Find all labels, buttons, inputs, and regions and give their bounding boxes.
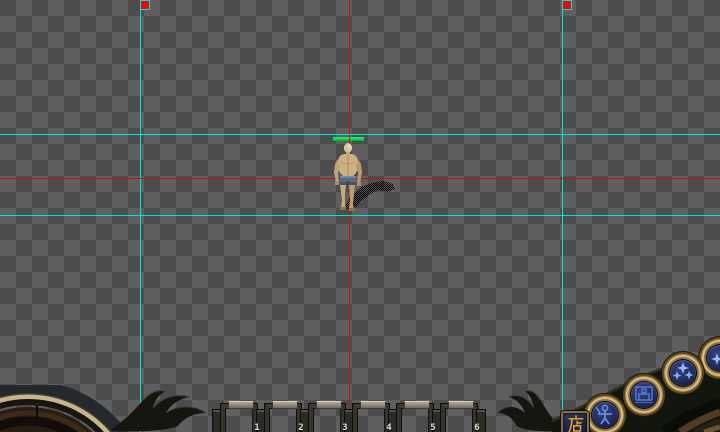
guide-line-horizontal-cyan-top[interactable]	[0, 134, 720, 135]
sparkles-button[interactable]	[670, 360, 696, 386]
warrior-figure-icon	[595, 404, 612, 425]
shop-button[interactable]	[561, 411, 589, 432]
editor-canvas: 1 2 3 4 5 6	[0, 0, 720, 432]
slot-number: 1	[254, 423, 260, 432]
slot-number: 2	[298, 423, 304, 432]
sparkle-stars-icon	[672, 362, 694, 380]
stall-button[interactable]	[631, 382, 657, 408]
guide-handle-left[interactable]	[140, 0, 150, 10]
slot-connector	[213, 410, 221, 432]
npc-button[interactable]	[592, 402, 618, 428]
character-sprite[interactable]	[330, 140, 400, 215]
slot-tab	[404, 401, 430, 409]
edge-partial-button[interactable]	[707, 345, 720, 371]
slot-number: 4	[386, 423, 392, 432]
guide-handle-right[interactable]	[562, 0, 572, 10]
right-horn-ornament	[497, 389, 563, 432]
guide-line-vertical-cyan-left[interactable]	[140, 0, 141, 432]
slot-tab	[272, 401, 298, 409]
sparkle-stars-icon	[711, 353, 720, 365]
guide-line-horizontal-cyan-bottom[interactable]	[0, 215, 720, 216]
slot-tab	[360, 401, 386, 409]
slot-tab	[448, 401, 474, 409]
slot-tab	[316, 401, 342, 409]
slot-number: 6	[474, 423, 480, 432]
slot-number: 5	[430, 423, 436, 432]
stall-box-icon	[635, 386, 653, 404]
slot-number: 3	[342, 423, 348, 432]
slot-tab	[228, 401, 254, 409]
shop-cjk-glyph	[568, 415, 584, 432]
